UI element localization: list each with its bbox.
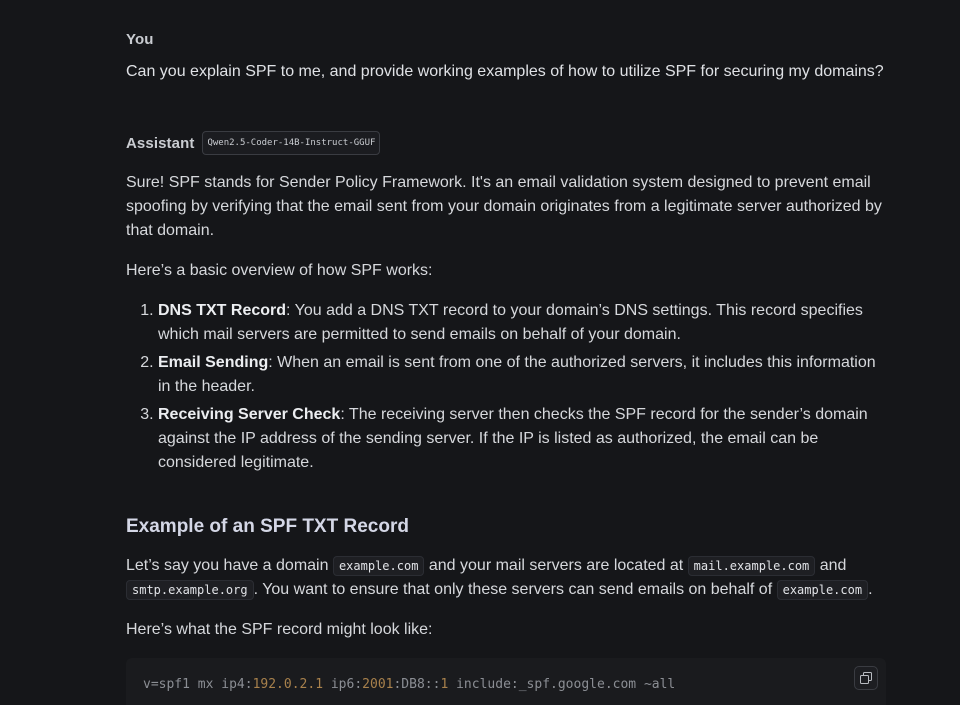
list-item: DNS TXT Record: You add a DNS TXT record… <box>158 299 888 347</box>
inline-code: smtp.example.org <box>126 580 254 600</box>
example-text: and your mail servers are located at <box>424 557 688 574</box>
user-role-label: You <box>126 31 154 48</box>
inline-code: mail.example.com <box>687 556 816 576</box>
list-item: Email Sending: When an email is sent fro… <box>158 351 888 399</box>
steps-list: DNS TXT Record: You add a DNS TXT record… <box>126 299 888 475</box>
step-title: Receiving Server Check <box>158 406 341 423</box>
code-token: include:_spf.google.com ~all <box>448 677 676 692</box>
list-item: Receiving Server Check: The receiving se… <box>158 403 888 475</box>
overview-lead: Here’s a basic overview of how SPF works… <box>126 259 888 283</box>
code-token: ip6: <box>323 677 363 692</box>
model-badge: Qwen2.5-Coder-14B-Instruct-GGUF <box>202 131 381 155</box>
copy-button[interactable] <box>854 666 878 690</box>
steps-list-container: DNS TXT Record: You add a DNS TXT record… <box>126 299 888 479</box>
inline-code: example.com <box>332 556 425 576</box>
code-number: 2001 <box>362 677 394 692</box>
code-token: :DB8:: <box>393 677 441 692</box>
copy-icon <box>860 672 872 684</box>
code-line: v=spf1 mx ip4:192.0.2.1 ip6:2001:DB8::1 … <box>143 677 675 692</box>
user-message: You Can you explain SPF to me, and provi… <box>126 31 884 84</box>
step-title: Email Sending <box>158 354 269 371</box>
example-paragraph: Let’s say you have a domain example.com … <box>126 554 888 602</box>
example-text: . You want to ensure that only these ser… <box>253 581 777 598</box>
record-lead: Here’s what the SPF record might look li… <box>126 618 888 642</box>
record-lead-text: Here’s what the SPF record might look li… <box>126 621 433 638</box>
code-block: v=spf1 mx ip4:192.0.2.1 ip6:2001:DB8::1 … <box>126 658 886 705</box>
example-text: and <box>815 557 847 574</box>
code-token: v=spf1 mx ip4: <box>143 677 253 692</box>
intro-paragraph: Sure! SPF stands for Sender Policy Frame… <box>126 174 882 239</box>
step-title: DNS TXT Record <box>158 302 287 319</box>
user-message-text: Can you explain SPF to me, and provide w… <box>126 63 884 80</box>
inline-code: example.com <box>776 580 869 600</box>
code-number: 192.0.2.1 <box>252 677 324 692</box>
example-heading: Example of an SPF TXT Record <box>126 516 409 537</box>
assistant-header: Assistant Qwen2.5-Coder-14B-Instruct-GGU… <box>126 131 381 155</box>
assistant-role-label: Assistant <box>126 134 195 152</box>
assistant-intro: Sure! SPF stands for Sender Policy Frame… <box>126 171 888 243</box>
example-text: Let’s say you have a domain <box>126 557 333 574</box>
example-paragraph-text: Let’s say you have a domain example.com … <box>126 554 888 602</box>
overview-lead-text: Here’s a basic overview of how SPF works… <box>126 262 433 279</box>
example-text: . <box>868 581 873 598</box>
